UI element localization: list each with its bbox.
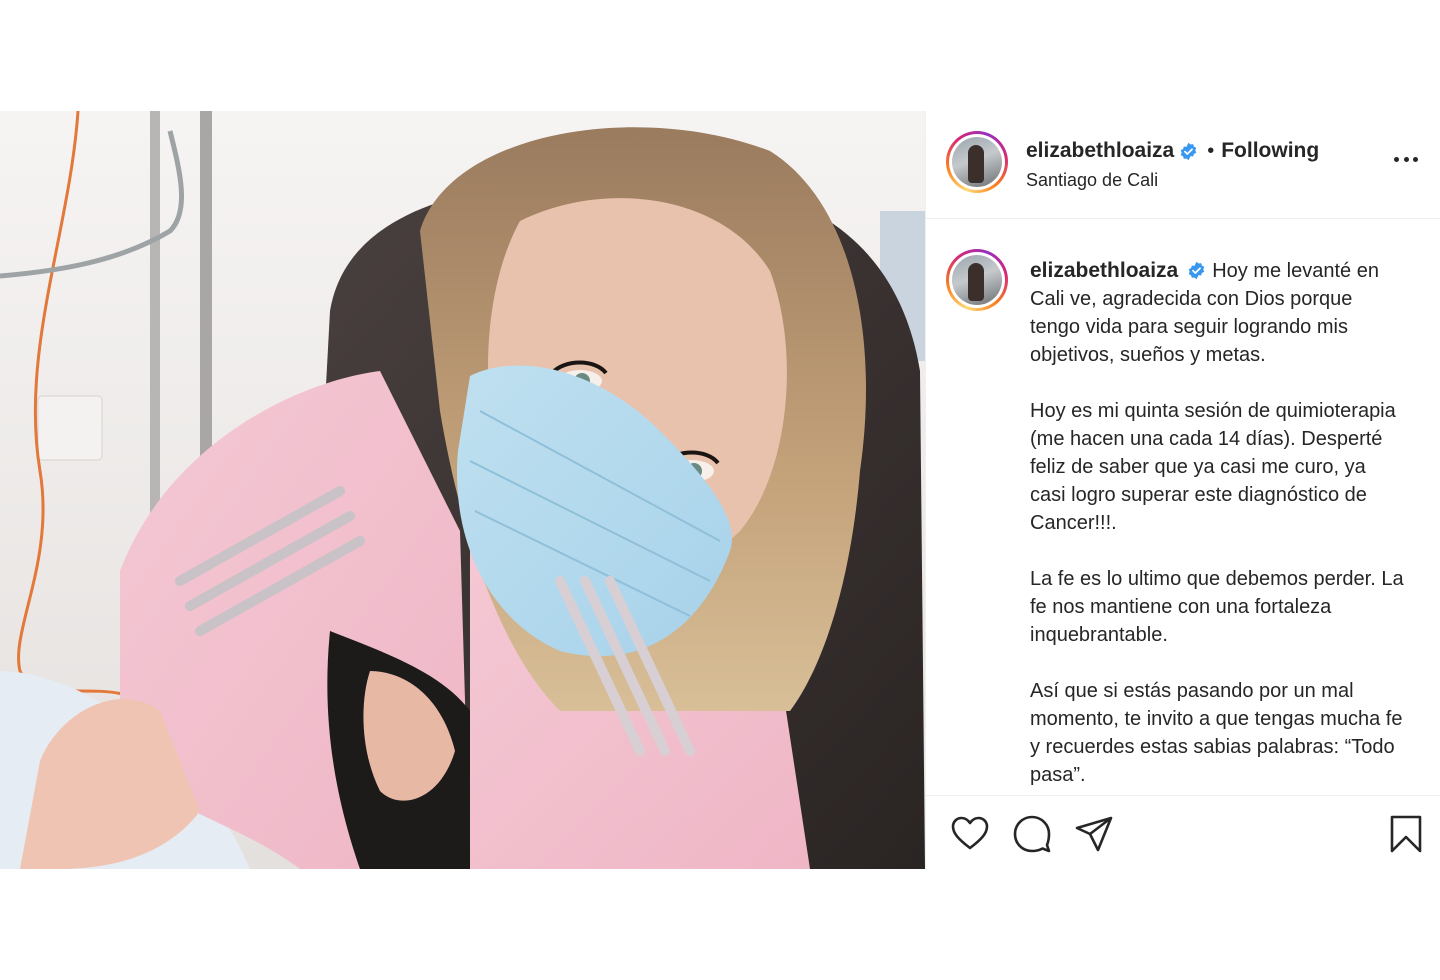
separator-dot: •: [1207, 139, 1215, 162]
header-user-row: elizabethloaiza • Following: [1026, 139, 1319, 163]
post-actions: [926, 795, 1440, 869]
caption-paragraph: La fe es lo ultimo que debemos perder. L…: [1030, 568, 1404, 646]
caption-author-username[interactable]: elizabethloaiza: [1030, 259, 1178, 282]
post-side-panel: elizabethloaiza • Following Santiago de …: [925, 111, 1440, 869]
heart-icon[interactable]: [950, 814, 990, 854]
following-button[interactable]: Following: [1221, 139, 1319, 163]
post-location[interactable]: Santiago de Cali: [1026, 170, 1158, 191]
caption-paragraph: Hoy es mi quinta sesión de quimioterapia…: [1030, 400, 1396, 534]
instagram-post: elizabethloaiza • Following Santiago de …: [0, 111, 1440, 869]
more-options-icon[interactable]: [1394, 157, 1418, 165]
paper-plane-icon[interactable]: [1074, 814, 1114, 854]
author-avatar[interactable]: [946, 131, 1008, 193]
post-photo[interactable]: [0, 111, 925, 869]
author-username[interactable]: elizabethloaiza: [1026, 139, 1174, 163]
bookmark-icon[interactable]: [1386, 814, 1426, 854]
caption-paragraph: Así que si estás pasando por un mal mome…: [1030, 680, 1403, 786]
caption-paragraph: elizabethloaiza Hoy me levanté en Cali ve…: [1030, 257, 1406, 369]
comment-icon[interactable]: [1012, 814, 1052, 854]
caption-text: elizabethloaiza Hoy me levanté en Cali ve…: [1030, 257, 1406, 795]
caption-author-avatar[interactable]: [946, 249, 1008, 311]
post-caption: elizabethloaiza Hoy me levanté en Cali ve…: [926, 219, 1440, 795]
post-header: elizabethloaiza • Following Santiago de …: [926, 111, 1440, 219]
selfie-illustration: [0, 111, 925, 869]
verified-badge-icon: [1180, 142, 1197, 160]
verified-badge-icon: [1188, 261, 1205, 280]
